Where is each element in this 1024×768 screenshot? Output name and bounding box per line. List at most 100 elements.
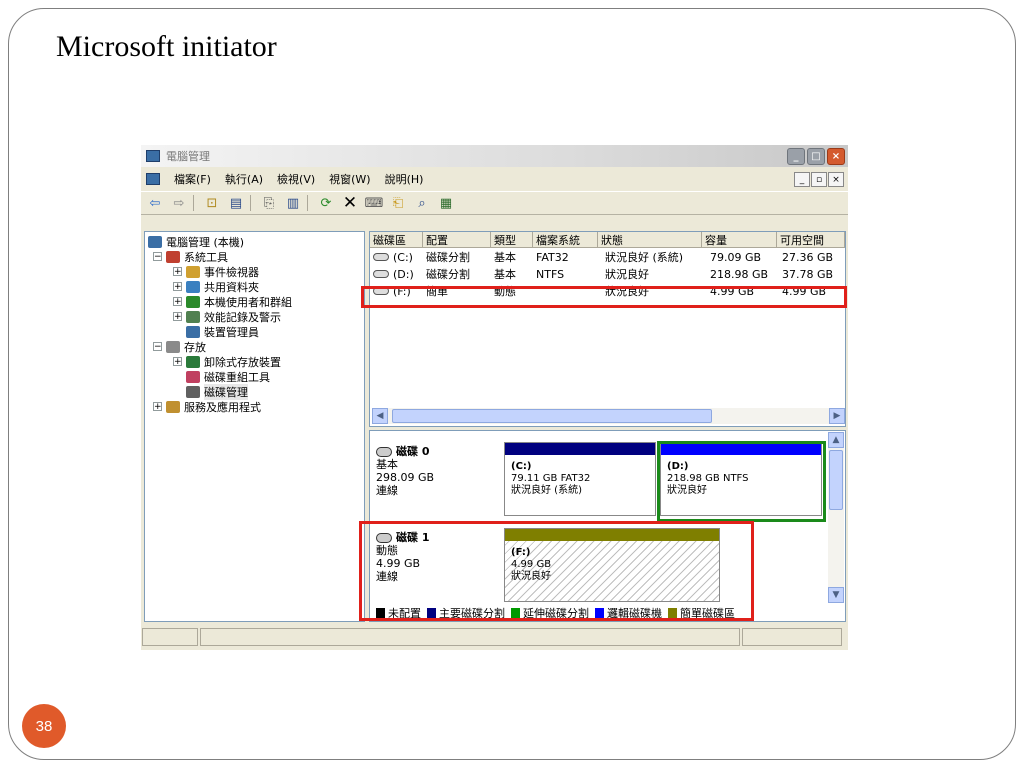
tree-item-event-viewer[interactable]: + 事件檢視器: [173, 264, 259, 279]
expand-icon[interactable]: +: [153, 402, 162, 412]
cell-capacity: 218.98 GB: [710, 267, 769, 281]
column-header-filesystem[interactable]: 檔案系統: [533, 232, 598, 248]
page-number-badge: 38: [22, 704, 66, 748]
tree-item-system-tools[interactable]: − 系統工具: [153, 249, 228, 264]
shared-folder-icon: [186, 280, 200, 293]
tree-item-disk-management[interactable]: 磁碟管理: [186, 383, 248, 400]
computer-icon: [148, 235, 162, 248]
expand-icon[interactable]: +: [173, 312, 182, 322]
tree-label: 磁碟管理: [204, 383, 248, 400]
column-header-volume[interactable]: 磁碟區: [370, 232, 423, 248]
tree-item-root[interactable]: 電腦管理 (本機): [148, 234, 244, 249]
highlight-d-volume: [657, 441, 826, 522]
disk-0-info[interactable]: 磁碟 0 基本 298.09 GB 連線: [376, 445, 434, 497]
device-manager-icon: [186, 325, 200, 338]
scroll-right-icon[interactable]: ▶: [829, 408, 845, 424]
expand-icon[interactable]: +: [173, 282, 182, 292]
tree-item-services-apps[interactable]: + 服務及應用程式: [153, 399, 261, 414]
status-pane: [742, 628, 842, 646]
column-header-free-space[interactable]: 可用空間: [777, 232, 845, 248]
mdi-minimize-button[interactable]: _: [794, 172, 810, 187]
table-row[interactable]: (C:): [373, 249, 413, 265]
column-header-type[interactable]: 類型: [491, 232, 533, 248]
tree-item-removable-storage[interactable]: + 卸除式存放裝置: [173, 354, 281, 369]
tools-icon: [166, 250, 180, 263]
horizontal-scrollbar[interactable]: ◀ ▶: [372, 408, 845, 424]
close-button[interactable]: ×: [827, 148, 845, 165]
tree-label: 電腦管理 (本機): [166, 235, 245, 249]
menu-action[interactable]: 執行(A): [225, 171, 263, 187]
menu-file[interactable]: 檔案(F): [174, 171, 211, 187]
back-arrow-icon[interactable]: ⇦: [145, 194, 165, 212]
volume-detail: 79.11 GB FAT32: [511, 473, 591, 484]
removable-storage-icon: [186, 355, 200, 368]
tree-item-storage[interactable]: − 存放: [153, 339, 206, 354]
tree-label: 系統工具: [184, 250, 228, 264]
properties-icon[interactable]: ⎘: [259, 194, 279, 212]
search-icon[interactable]: ⌕: [412, 194, 432, 212]
expand-icon[interactable]: +: [173, 357, 182, 367]
services-icon: [166, 400, 180, 413]
expand-icon[interactable]: +: [173, 297, 182, 307]
help-icon[interactable]: ▥: [283, 194, 303, 212]
performance-icon: [186, 310, 200, 323]
disk-name: 磁碟 0: [396, 445, 430, 458]
menu-view[interactable]: 檢視(V): [277, 171, 315, 187]
mdi-close-button[interactable]: ×: [828, 172, 844, 187]
tree-label: 卸除式存放裝置: [204, 355, 281, 369]
toolbar-separator: [193, 195, 194, 211]
scroll-thumb[interactable]: [392, 409, 712, 423]
scroll-thumb[interactable]: [829, 450, 843, 510]
highlight-f-volume-row: [361, 286, 847, 308]
tree-label: 共用資料夾: [204, 280, 259, 294]
vertical-scrollbar[interactable]: ▲ ▼: [828, 432, 844, 603]
up-folder-icon[interactable]: ⊡: [202, 194, 222, 212]
minimize-button[interactable]: _: [787, 148, 805, 165]
refresh-icon[interactable]: ⟳: [316, 194, 336, 212]
tree-item-local-users[interactable]: + 本機使用者和群組: [173, 294, 292, 309]
tree-item-device-manager[interactable]: 裝置管理員: [186, 324, 259, 339]
forward-arrow-icon[interactable]: ⇨: [169, 194, 189, 212]
show-tree-icon[interactable]: ▤: [226, 194, 246, 212]
event-viewer-icon: [186, 265, 200, 278]
column-header-capacity[interactable]: 容量: [702, 232, 777, 248]
collapse-icon[interactable]: −: [153, 342, 162, 352]
tree-label: 服務及應用程式: [184, 400, 261, 414]
computer-icon[interactable]: [146, 173, 160, 185]
disk-icon: [376, 447, 392, 457]
menu-help[interactable]: 說明(H): [385, 171, 424, 187]
slide-title: Microsoft initiator: [56, 30, 277, 63]
title-bar[interactable]: 電腦管理 _ □ ×: [141, 145, 848, 167]
volume-letter: (C:): [511, 461, 532, 472]
storage-icon: [166, 340, 180, 353]
toolbar-separator: [250, 195, 251, 211]
column-header-layout[interactable]: 配置: [423, 232, 491, 248]
toolbar-separator: [307, 195, 308, 211]
volume-c[interactable]: (C:) 79.11 GB FAT32 狀況良好 (系統): [504, 442, 656, 516]
tree-item-defrag[interactable]: 磁碟重組工具: [186, 369, 270, 384]
tree-item-shared-folders[interactable]: + 共用資料夾: [173, 279, 259, 294]
scroll-down-icon[interactable]: ▼: [828, 587, 844, 603]
mdi-restore-button[interactable]: ▫: [811, 172, 827, 187]
tree-label: 本機使用者和群組: [204, 295, 292, 309]
cell-free-space: 37.78 GB: [782, 267, 834, 281]
cell-layout: 磁碟分割: [426, 251, 470, 264]
status-pane: [142, 628, 198, 646]
scroll-up-icon[interactable]: ▲: [828, 432, 844, 448]
expand-icon[interactable]: +: [173, 267, 182, 277]
check-disk-icon[interactable]: ⌨: [364, 194, 384, 212]
table-row[interactable]: (D:): [373, 266, 414, 282]
open-folder-icon[interactable]: ⎗: [388, 194, 408, 212]
scroll-left-icon[interactable]: ◀: [372, 408, 388, 424]
cell-filesystem: FAT32: [536, 250, 569, 264]
menu-window[interactable]: 視窗(W): [329, 171, 370, 187]
tree-item-perf-logs[interactable]: + 效能記錄及警示: [173, 309, 281, 324]
computer-icon: [146, 150, 160, 162]
delete-icon[interactable]: ✕: [340, 193, 360, 213]
cell-status: 狀況良好 (系統): [605, 251, 684, 264]
collapse-icon[interactable]: −: [153, 252, 162, 262]
highlight-disk-1: [359, 521, 754, 621]
maximize-button[interactable]: □: [807, 148, 825, 165]
export-icon[interactable]: ▦: [436, 194, 456, 212]
column-header-status[interactable]: 狀態: [598, 232, 702, 248]
